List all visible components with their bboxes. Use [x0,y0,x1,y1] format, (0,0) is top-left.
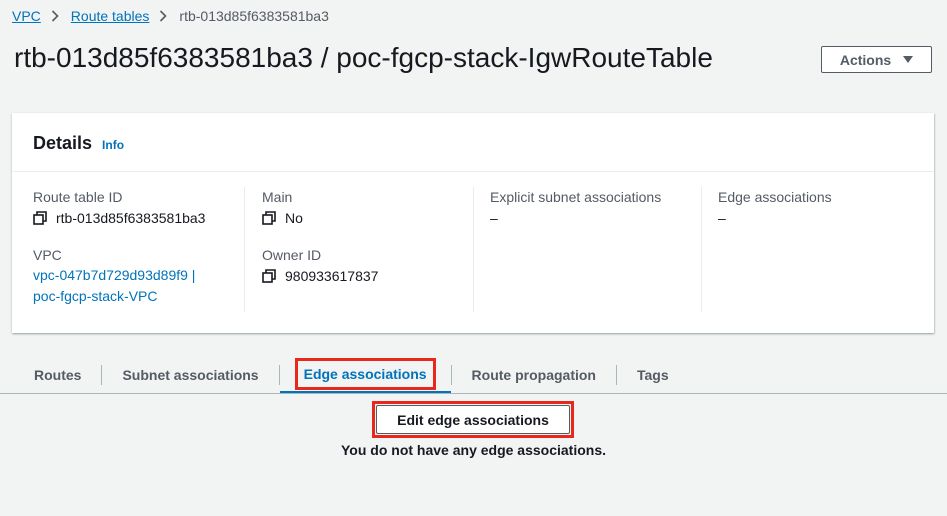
vpc-link[interactable]: vpc-047b7d729d93d89f9 | poc-fgcp-stack-V… [33,265,244,307]
chevron-right-icon [159,10,168,22]
route-table-id-label: Route table ID [33,189,123,205]
main-value: No [285,210,303,226]
main-field: Main No [262,187,473,229]
main-value-row: No [262,207,473,229]
details-column-2: Main No Owner ID 980933617837 [262,187,474,312]
route-table-id-value: rtb-013d85f6383581ba3 [56,210,206,226]
vpc-label: VPC [33,247,62,263]
chevron-right-icon [51,10,59,22]
details-column-1: Route table ID rtb-013d85f6383581ba3 VPC… [33,187,245,312]
owner-id-value-row: 980933617837 [262,265,473,287]
info-link[interactable]: Info [102,138,124,152]
tab-tags[interactable]: Tags [617,356,689,393]
copy-icon[interactable] [262,211,276,225]
explicit-subnet-associations-label: Explicit subnet associations [490,189,662,205]
breadcrumb: VPC Route tables rtb-013d85f6383581ba3 [12,7,329,25]
tab-subnet-associations-label: Subnet associations [122,366,259,383]
tab-edge-associations-label: Edge associations [294,357,436,390]
caret-down-icon [903,56,914,63]
tab-subnet-associations[interactable]: Subnet associations [102,356,278,393]
main-label: Main [262,189,293,205]
vpc-link-line1: vpc-047b7d729d93d89f9 | [33,267,196,283]
owner-id-value: 980933617837 [285,268,379,284]
edge-associations-label: Edge associations [718,189,832,205]
tab-tags-label: Tags [636,366,669,383]
details-column-4: Edge associations – [718,187,918,312]
copy-icon[interactable] [262,269,276,283]
tab-routes[interactable]: Routes [14,356,101,393]
vpc-link-line2: poc-fgcp-stack-VPC [33,288,158,304]
tab-underline-divider [0,393,947,394]
details-column-3: Explicit subnet associations – [490,187,702,312]
explicit-subnet-associations-value: – [490,210,498,226]
copy-icon[interactable] [33,211,47,225]
tab-bar: Routes Subnet associations Edge associat… [14,356,689,393]
details-heading: Details [33,133,93,153]
actions-dropdown-button[interactable]: Actions [821,46,932,73]
route-table-id-field: Route table ID rtb-013d85f6383581ba3 [33,187,244,229]
edge-associations-value: – [718,210,726,226]
owner-id-field: Owner ID 980933617837 [262,245,473,287]
details-header: Details Info [12,113,934,172]
tab-routes-label: Routes [34,366,82,383]
tab-route-propagation-label: Route propagation [471,366,596,383]
page-title: rtb-013d85f6383581ba3 / poc-fgcp-stack-I… [14,42,713,73]
breadcrumb-current: rtb-013d85f6383581ba3 [179,8,329,24]
breadcrumb-route-tables-link[interactable]: Route tables [71,8,150,24]
empty-state-message: You do not have any edge associations. [340,442,607,458]
vpc-field: VPC vpc-047b7d729d93d89f9 | poc-fgcp-sta… [33,245,244,307]
tab-route-propagation[interactable]: Route propagation [452,356,616,393]
edit-edge-associations-button[interactable]: Edit edge associations [376,405,570,434]
breadcrumb-vpc-link[interactable]: VPC [12,8,41,24]
details-panel: Details Info Route table ID rtb-013d85f6… [12,113,934,333]
tab-edge-associations[interactable]: Edge associations [279,356,451,393]
owner-id-label: Owner ID [262,247,322,263]
route-table-id-value-row: rtb-013d85f6383581ba3 [33,207,244,229]
details-columns: Route table ID rtb-013d85f6383581ba3 VPC… [12,172,934,332]
actions-button-label: Actions [839,51,892,68]
